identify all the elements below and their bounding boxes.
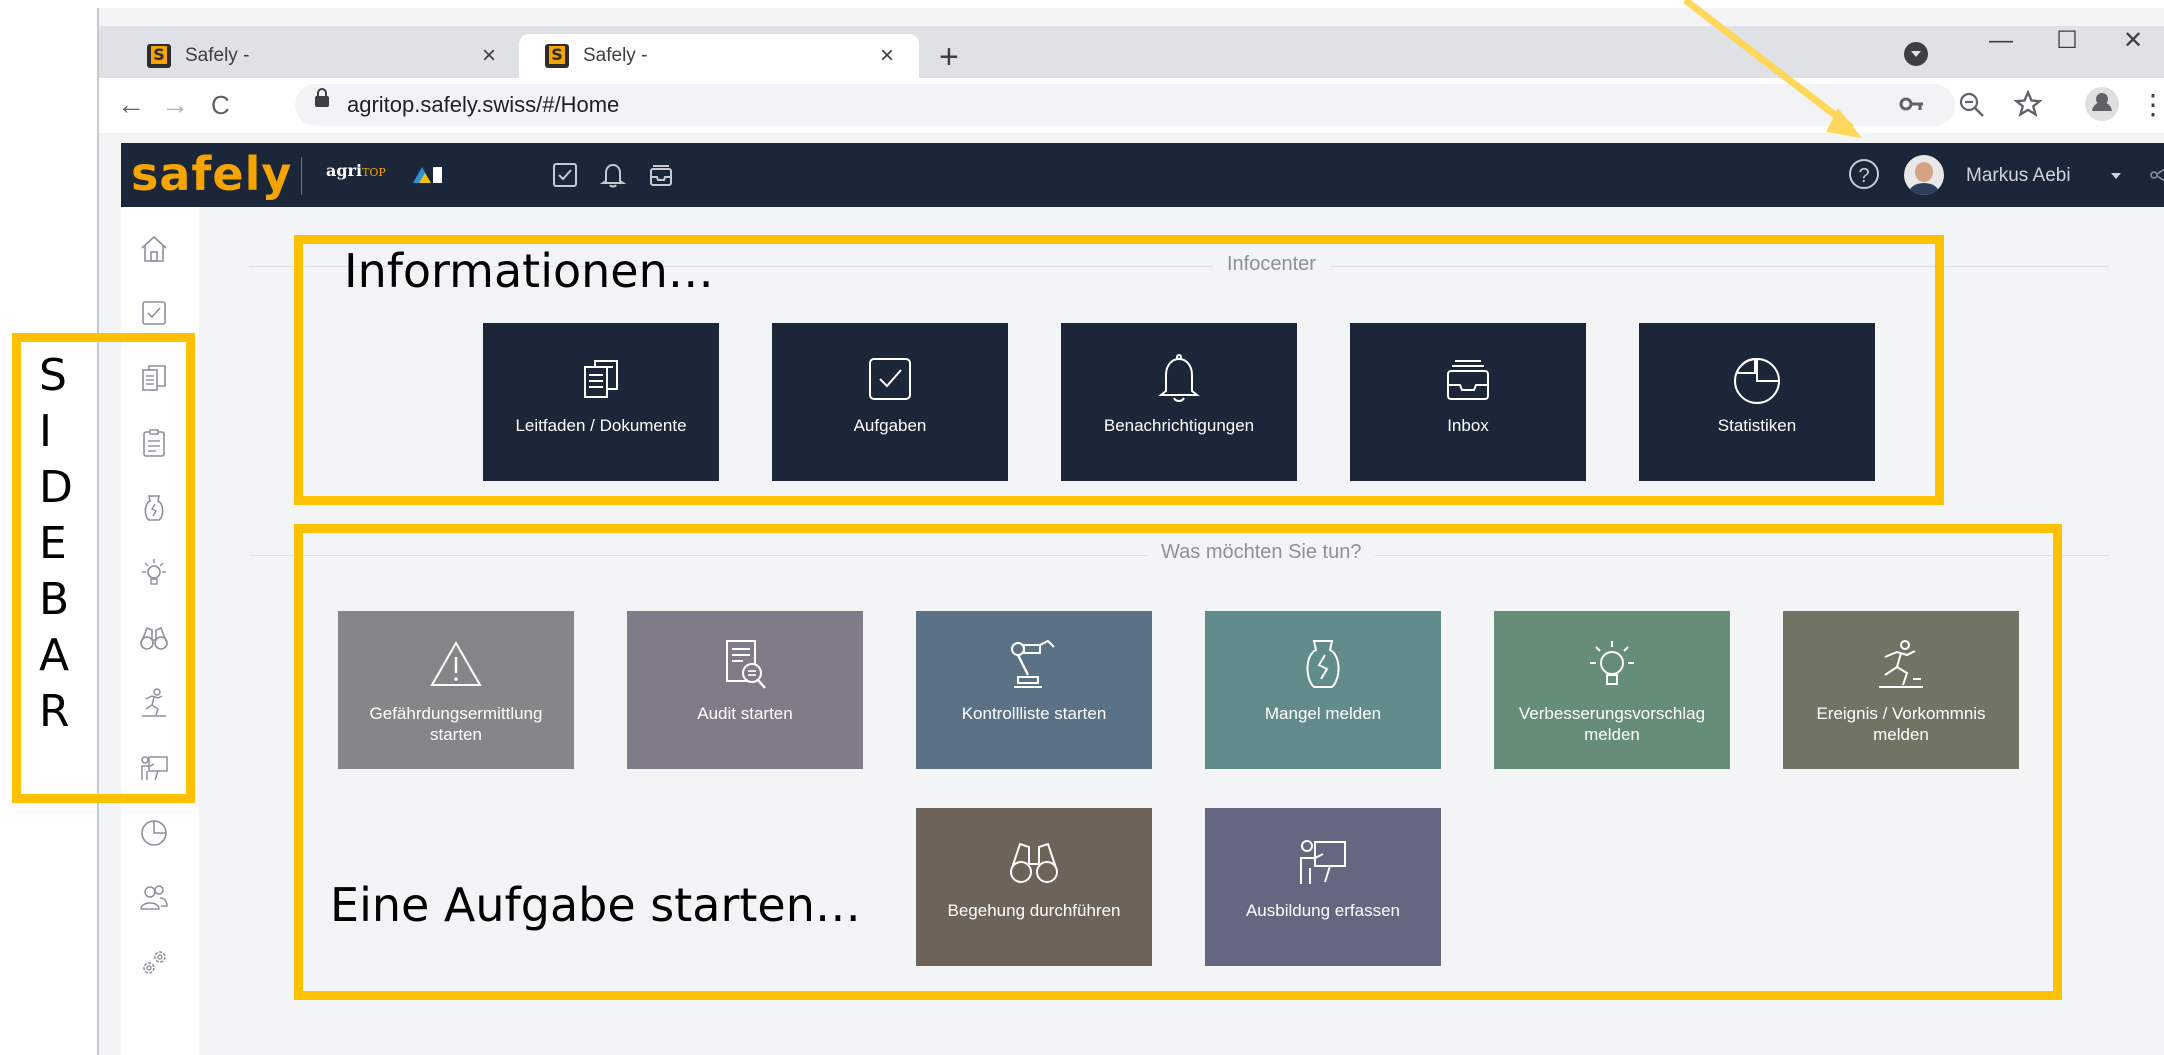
forward-button[interactable]: →	[161, 88, 189, 122]
key-icon[interactable]	[1899, 93, 1925, 115]
sidebar-letter: A	[39, 630, 70, 681]
partner-suffix: TOP	[362, 166, 386, 179]
annotation-sidebar-box: S I D E B A R	[12, 333, 195, 803]
tab-close-icon[interactable]: ×	[875, 42, 899, 70]
safely-logo[interactable]: safely	[131, 147, 292, 201]
reload-button[interactable]: C	[211, 88, 230, 122]
partner-name: agri	[326, 161, 363, 180]
sidebar-letter: D	[39, 462, 73, 513]
sidebar-letter: B	[39, 574, 70, 625]
safely-favicon-icon	[147, 44, 171, 68]
tab-title: Safely -	[583, 45, 648, 66]
minimize-button[interactable]: —	[1968, 26, 2034, 78]
partner-mark-icon	[413, 167, 442, 183]
browser-toolbar: ← → C agritop.safely.swiss/#/Home ⋮	[99, 78, 2164, 133]
sidebar-letter: R	[39, 686, 70, 737]
home-icon[interactable]	[138, 233, 170, 265]
tab-search-icon[interactable]	[1904, 42, 1928, 66]
star-icon[interactable]	[2014, 90, 2042, 118]
tab-title: Safely -	[185, 45, 250, 66]
new-tab-button[interactable]: +	[939, 40, 959, 74]
user-name[interactable]: Markus Aebi	[1966, 165, 2071, 187]
close-window-button[interactable]: ✕	[2100, 26, 2164, 78]
tab-strip: Safely - × Safely - × + — ☐ ✕	[99, 26, 2164, 78]
zoom-icon[interactable]	[1959, 92, 1985, 118]
maximize-button[interactable]: ☐	[2034, 26, 2100, 78]
window-controls: — ☐ ✕	[1968, 26, 2164, 78]
back-button[interactable]: ←	[117, 88, 145, 122]
address-bar[interactable]: agritop.safely.swiss/#/Home	[295, 84, 1955, 126]
partner-logo: agriTOP	[326, 161, 386, 180]
inbox-icon[interactable]	[647, 161, 675, 189]
tab-close-icon[interactable]: ×	[477, 42, 501, 70]
task-icon[interactable]	[138, 297, 170, 329]
sidebar-letter: S	[39, 350, 67, 401]
users-icon[interactable]	[138, 882, 170, 914]
annotation-info-label: Informationen…	[344, 244, 714, 298]
app-header: safely agriTOP ? Markus Aebi	[121, 143, 2164, 207]
checkbox-icon[interactable]	[551, 161, 579, 189]
settings-icon[interactable]	[138, 947, 170, 979]
annotation-task-label: Eine Aufgabe starten…	[330, 878, 861, 932]
bell-icon[interactable]	[599, 161, 627, 189]
url-text: agritop.safely.swiss/#/Home	[347, 92, 620, 117]
logo-divider	[301, 157, 302, 195]
sidebar-letter: I	[39, 406, 52, 457]
lock-icon	[315, 88, 329, 107]
annotation-sidebar-letters: S I D E B A R	[39, 348, 99, 740]
share-icon[interactable]	[2149, 163, 2164, 187]
browser-tab-2[interactable]: Safely - ×	[519, 34, 919, 78]
user-avatar[interactable]	[1904, 155, 1944, 195]
browser-tab-1[interactable]: Safely - ×	[121, 34, 521, 78]
sidebar-letter: E	[39, 518, 67, 569]
statistics-icon[interactable]	[138, 817, 170, 849]
help-button[interactable]: ?	[1849, 159, 1879, 189]
profile-icon[interactable]	[2085, 87, 2119, 121]
chevron-down-icon[interactable]	[2111, 173, 2121, 179]
safely-favicon-icon	[545, 44, 569, 68]
menu-icon[interactable]: ⋮	[2139, 88, 2164, 122]
